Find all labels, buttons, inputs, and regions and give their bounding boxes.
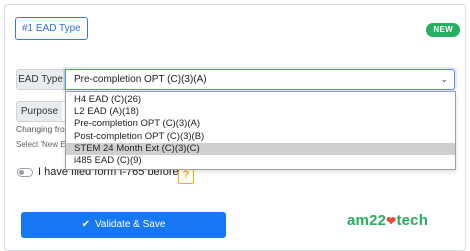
purpose-help-hint: Select 'New E xyxy=(16,140,66,149)
ead-type-dropdown: H4 EAD (C)(26) L2 EAD (A)(18) Pre-comple… xyxy=(65,91,456,170)
purpose-label: Purpose xyxy=(16,101,63,122)
check-icon: ✔ xyxy=(81,219,90,230)
ead-type-label: EAD Type xyxy=(16,69,65,90)
validate-save-label: Validate & Save xyxy=(94,219,166,230)
toggle-knob xyxy=(19,170,24,175)
new-badge: NEW xyxy=(426,23,460,37)
heart-icon: ❤ xyxy=(386,214,397,228)
logo-text-right: tech xyxy=(396,212,429,229)
dropdown-option[interactable]: i485 EAD (C)(9) xyxy=(66,155,455,167)
ead-type-select[interactable]: Pre-completion OPT (C)(3)(A) ⌄ xyxy=(65,69,455,90)
dropdown-option[interactable]: Post-completion OPT (C)(3)(B) xyxy=(66,131,455,143)
logo-text-left: am22 xyxy=(347,212,387,229)
purpose-help-text: Changing fro xyxy=(16,124,65,134)
dropdown-option[interactable]: L2 EAD (A)(18) xyxy=(66,106,455,118)
section-tag: #1 EAD Type xyxy=(15,17,88,40)
filed-before-toggle[interactable] xyxy=(17,168,33,177)
dropdown-option-highlighted[interactable]: STEM 24 Month Ext (C)(3)(C) xyxy=(66,142,455,155)
ead-type-selected-value: Pre-completion OPT (C)(3)(A) xyxy=(74,74,207,85)
validate-save-button[interactable]: ✔ Validate & Save xyxy=(21,212,226,238)
chevron-down-icon: ⌄ xyxy=(440,74,448,84)
brand-logo: am22❤tech xyxy=(347,212,428,229)
dropdown-option[interactable]: H4 EAD (C)(26) xyxy=(66,94,455,106)
dropdown-option[interactable]: Pre-completion OPT (C)(3)(A) xyxy=(66,118,455,130)
